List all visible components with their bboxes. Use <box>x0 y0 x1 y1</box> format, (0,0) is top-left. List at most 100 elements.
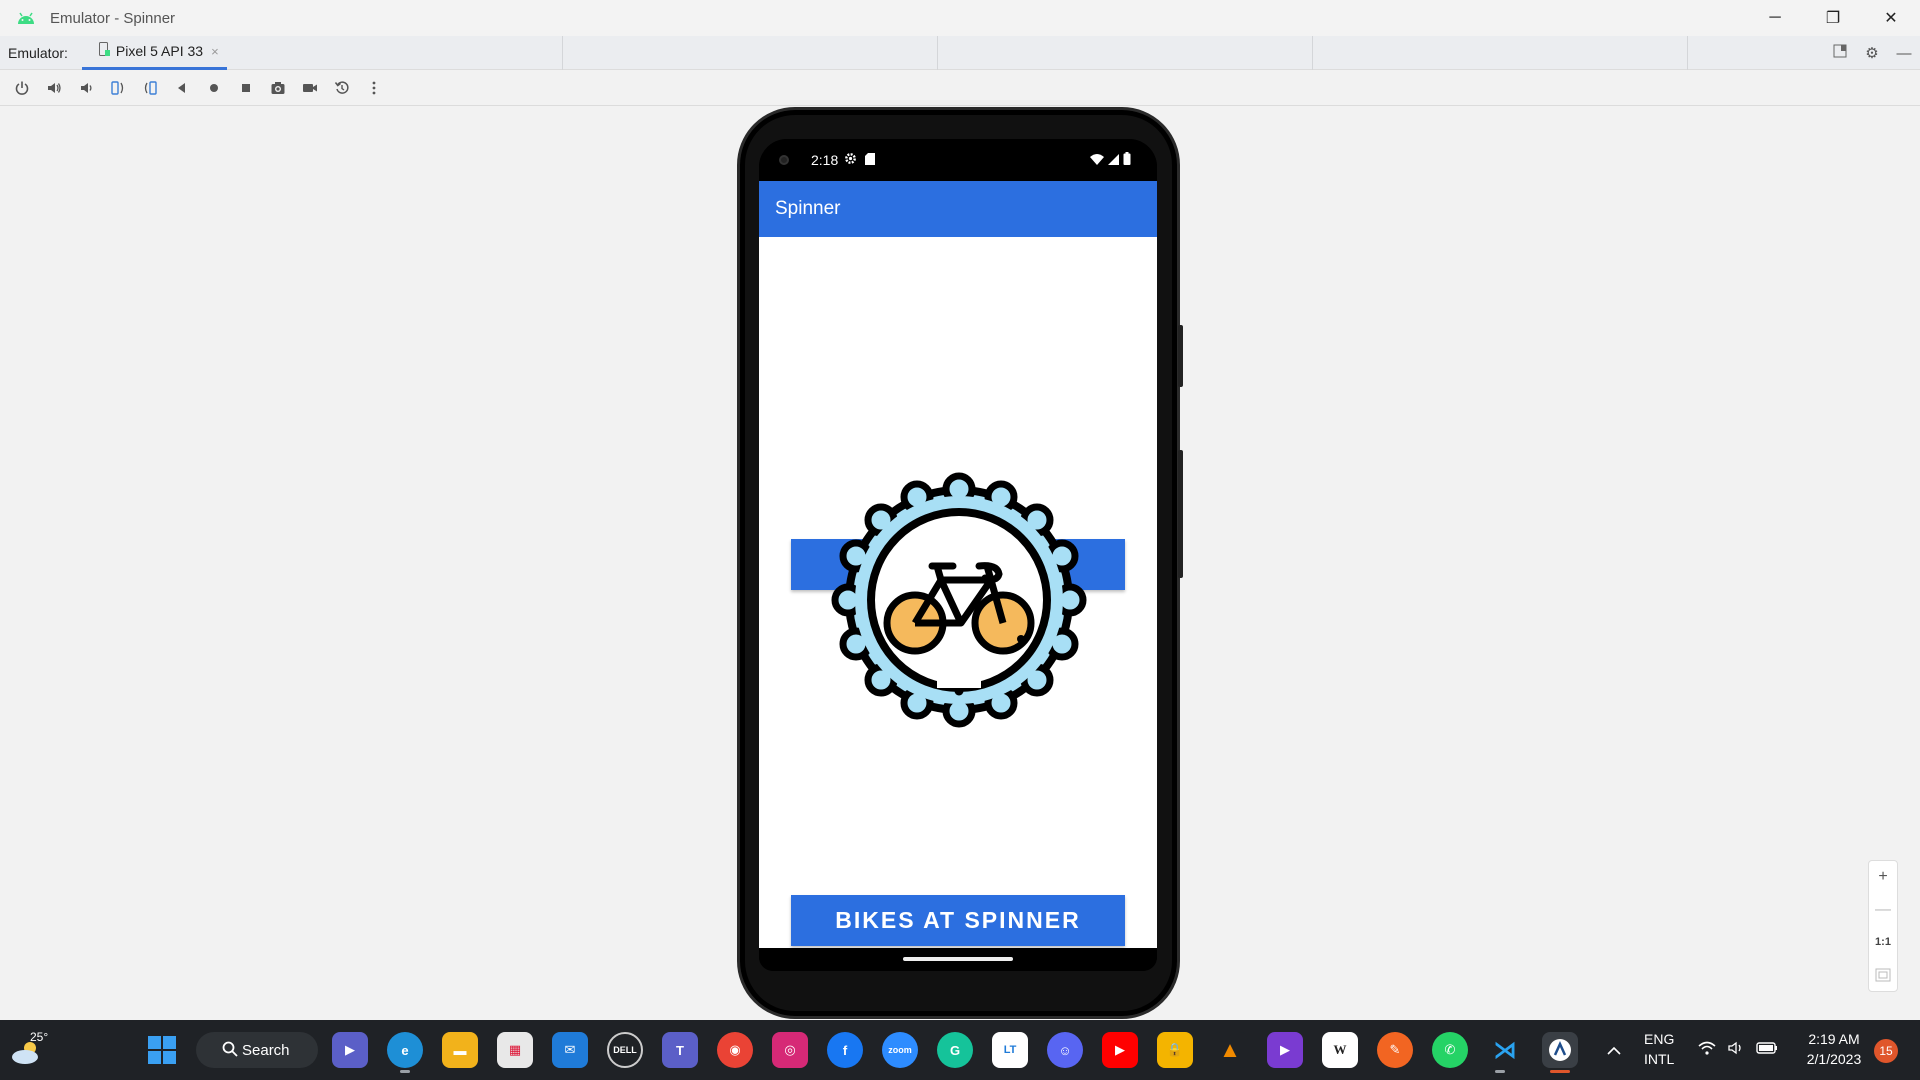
lang-line2: INTL <box>1644 1051 1675 1067</box>
tab-pixel5[interactable]: Pixel 5 API 33 × <box>81 36 227 70</box>
window-title: Emulator - Spinner <box>50 9 176 27</box>
microsoft-store-icon[interactable]: ▦ <box>497 1032 533 1068</box>
gesture-nav-bar <box>759 948 1157 971</box>
minimize-button[interactable]: ─ <box>1746 0 1804 36</box>
meet-app-icon[interactable]: ▶ <box>332 1032 368 1068</box>
bikes-at-spinner-button[interactable]: BIKES AT SPINNER <box>791 895 1125 946</box>
emulator-tab-bar: Emulator: Pixel 5 API 33 × <box>0 36 1920 70</box>
search-icon <box>222 1041 238 1061</box>
emulator-label: Emulator: <box>8 44 68 61</box>
battery-tray-icon <box>1756 1041 1778 1060</box>
weather-temp: 25° <box>30 1030 49 1044</box>
vlc-icon[interactable]: ▲ <box>1212 1032 1248 1068</box>
instagram-icon[interactable]: ◎ <box>772 1032 808 1068</box>
overview-icon[interactable] <box>230 74 262 102</box>
clock[interactable]: 2:19 AM 2/1/2023 <box>1792 1029 1876 1069</box>
bicycle-gear-logo-icon <box>831 472 1087 728</box>
edge-browser-icon[interactable]: e <box>387 1032 423 1068</box>
device-screen[interactable]: 2:18 Spinner ADD A BICYCLE <box>759 139 1157 971</box>
zoom-out-button[interactable]: — <box>1868 894 1898 927</box>
battery-icon <box>1123 152 1131 168</box>
zoom-in-button[interactable]: + <box>1868 861 1898 894</box>
wikipedia-icon[interactable]: W <box>1322 1032 1358 1068</box>
wifi-icon <box>1090 152 1104 168</box>
screen-record-icon[interactable] <box>294 74 326 102</box>
lang-line1: ENG <box>1644 1031 1675 1047</box>
file-explorer-icon[interactable]: ▬ <box>442 1032 478 1068</box>
android-icon <box>14 6 38 30</box>
mail-icon[interactable]: ✉ <box>552 1032 588 1068</box>
active-app-indicator <box>1550 1070 1570 1073</box>
status-time: 2:18 <box>811 152 839 168</box>
tab-divider <box>562 36 563 70</box>
device-icon <box>98 41 110 61</box>
more-icon[interactable] <box>358 74 390 102</box>
volume-side-button <box>1178 450 1183 578</box>
visual-studio-icon[interactable]: ▶ <box>1267 1032 1303 1068</box>
gear-icon[interactable]: ⚙ <box>1856 44 1888 62</box>
signal-icon <box>1108 152 1119 168</box>
zoom-panel: + — 1:1 <box>1868 860 1898 992</box>
power-side-button <box>1178 325 1183 387</box>
discord-icon[interactable]: ☺ <box>1047 1032 1083 1068</box>
vscode-icon[interactable]: ⋊ <box>1487 1032 1523 1068</box>
running-indicator <box>1495 1070 1505 1073</box>
running-indicator <box>400 1070 410 1073</box>
restore-button[interactable]: ❐ <box>1804 0 1862 36</box>
facebook-icon[interactable]: f <box>827 1032 863 1068</box>
volume-up-icon[interactable] <box>38 74 70 102</box>
status-bar: 2:18 <box>759 139 1157 181</box>
wifi-tray-icon <box>1698 1041 1716 1060</box>
camera-cutout-icon <box>779 155 789 165</box>
panel-layout-icon[interactable] <box>1824 44 1856 62</box>
lt-app-icon[interactable]: LT <box>992 1032 1028 1068</box>
tab-divider <box>1687 36 1688 70</box>
emulator-toolbar <box>0 70 1920 106</box>
windows-taskbar: 25° Search ▶ e ▬ ▦ ✉ DELL T ◉ ◎ f zoom G… <box>0 1020 1920 1080</box>
app-content: ADD A BICYCLE <box>759 237 1157 948</box>
chrome-icon[interactable]: ◉ <box>717 1032 753 1068</box>
app-title: Spinner <box>775 198 841 219</box>
back-icon[interactable] <box>166 74 198 102</box>
rotate-left-icon[interactable] <box>102 74 134 102</box>
show-hidden-icons[interactable] <box>1606 1020 1622 1080</box>
taskbar-search[interactable]: Search <box>196 1032 318 1068</box>
hide-panel-icon[interactable]: — <box>1888 45 1920 62</box>
tab-divider <box>937 36 938 70</box>
volume-down-icon[interactable] <box>70 74 102 102</box>
dell-icon[interactable]: DELL <box>607 1032 643 1068</box>
zoom-fit-icon[interactable] <box>1868 959 1898 992</box>
app-bar: Spinner <box>759 181 1157 237</box>
tab-close-icon[interactable]: × <box>211 44 219 59</box>
title-bar: Emulator - Spinner ─ ❐ ✕ <box>0 0 1920 36</box>
zoom-app-icon[interactable]: zoom <box>882 1032 918 1068</box>
sd-card-icon <box>865 152 876 168</box>
search-label: Search <box>242 1041 290 1059</box>
zoom-actual-size-button[interactable]: 1:1 <box>1868 926 1898 959</box>
home-gesture-handle[interactable] <box>903 957 1013 961</box>
drawing-app-icon[interactable]: ✎ <box>1377 1032 1413 1068</box>
vpn-lock-icon[interactable]: 🔒 <box>1157 1032 1193 1068</box>
start-button[interactable] <box>144 1032 180 1068</box>
home-icon[interactable] <box>198 74 230 102</box>
tab-divider <box>1312 36 1313 70</box>
volume-tray-icon <box>1728 1041 1744 1060</box>
power-icon[interactable] <box>6 74 38 102</box>
teams-icon[interactable]: T <box>662 1032 698 1068</box>
notification-badge[interactable]: 15 <box>1874 1039 1898 1063</box>
grammarly-icon[interactable]: G <box>937 1032 973 1068</box>
clock-time: 2:19 AM <box>1808 1031 1860 1047</box>
system-tray[interactable] <box>1698 1020 1778 1080</box>
snapshot-icon[interactable] <box>326 74 358 102</box>
youtube-icon[interactable]: ▶ <box>1102 1032 1138 1068</box>
whatsapp-icon[interactable]: ✆ <box>1432 1032 1468 1068</box>
settings-status-icon <box>844 152 857 168</box>
close-button[interactable]: ✕ <box>1862 0 1920 36</box>
rotate-right-icon[interactable] <box>134 74 166 102</box>
clock-date: 2/1/2023 <box>1806 1051 1862 1067</box>
tab-label: Pixel 5 API 33 <box>115 43 204 59</box>
android-studio-icon[interactable] <box>1542 1032 1578 1068</box>
screenshot-icon[interactable] <box>262 74 294 102</box>
language-indicator[interactable]: ENG INTL <box>1644 1029 1674 1069</box>
weather-widget[interactable]: 25° <box>10 1030 50 1068</box>
